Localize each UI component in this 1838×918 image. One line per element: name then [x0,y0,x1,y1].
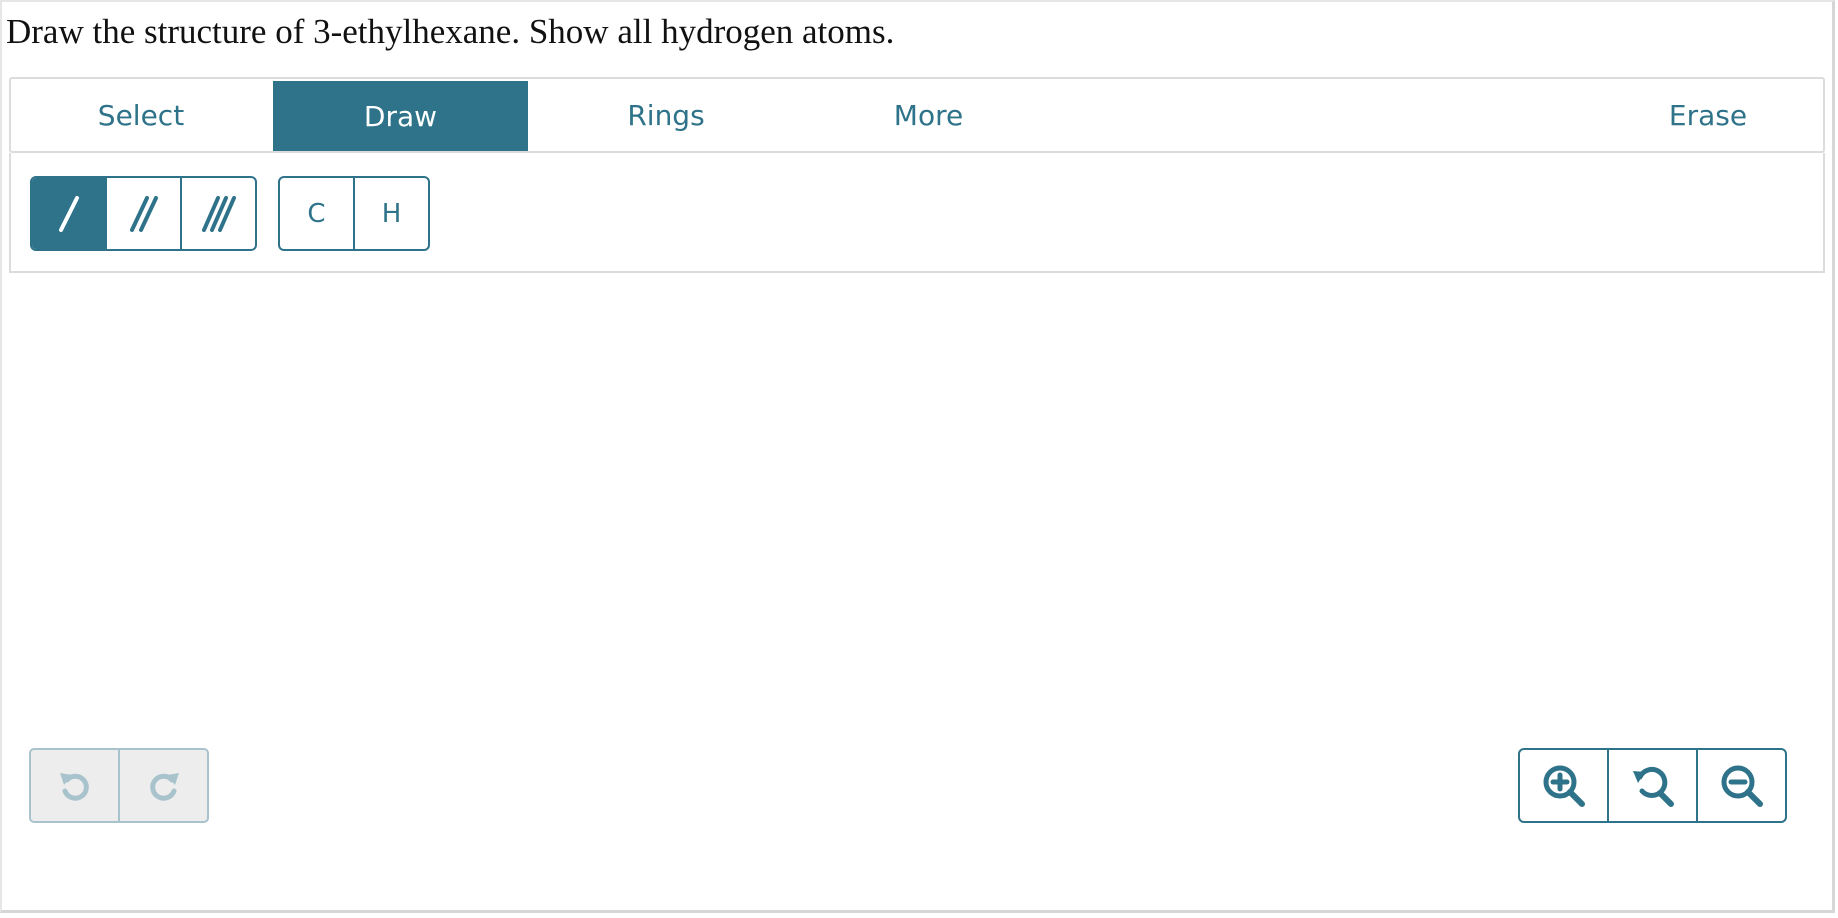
single-bond-button[interactable] [32,178,107,249]
zoom-controls [1518,748,1787,823]
undo-icon [59,772,89,801]
question-text: Draw the structure of 3-ethylhexane. Sho… [6,12,895,51]
carbon-atom-button[interactable]: C [280,178,355,249]
tab-rings[interactable]: Rings [541,79,791,151]
zoom-reset-icon [1632,766,1674,807]
atom-tool-group: C H [278,176,430,251]
zoom-out-button[interactable] [1698,750,1785,821]
single-bond-icon [58,195,79,232]
zoom-in-icon [1543,765,1585,807]
tab-more[interactable]: More [801,79,1056,151]
tab-erase[interactable]: Erase [1593,79,1823,151]
zoom-in-button[interactable] [1520,750,1609,821]
tab-select[interactable]: Select [11,79,271,151]
triple-bond-button[interactable] [182,178,255,249]
undo-button[interactable] [31,750,120,821]
drawing-canvas[interactable] [9,273,1825,733]
tab-draw[interactable]: Draw [273,81,528,151]
zoom-reset-button[interactable] [1609,750,1698,821]
double-bond-button[interactable] [107,178,182,249]
redo-button[interactable] [120,750,207,821]
draw-toolbar: Select Draw Rings More Erase [9,77,1825,153]
hydrogen-atom-button[interactable]: H [355,178,428,249]
zoom-out-icon [1721,765,1763,807]
history-controls [29,748,209,823]
redo-icon [149,772,179,801]
double-bond-icon [129,195,158,232]
bond-tool-group [30,176,257,251]
triple-bond-icon [201,195,236,232]
